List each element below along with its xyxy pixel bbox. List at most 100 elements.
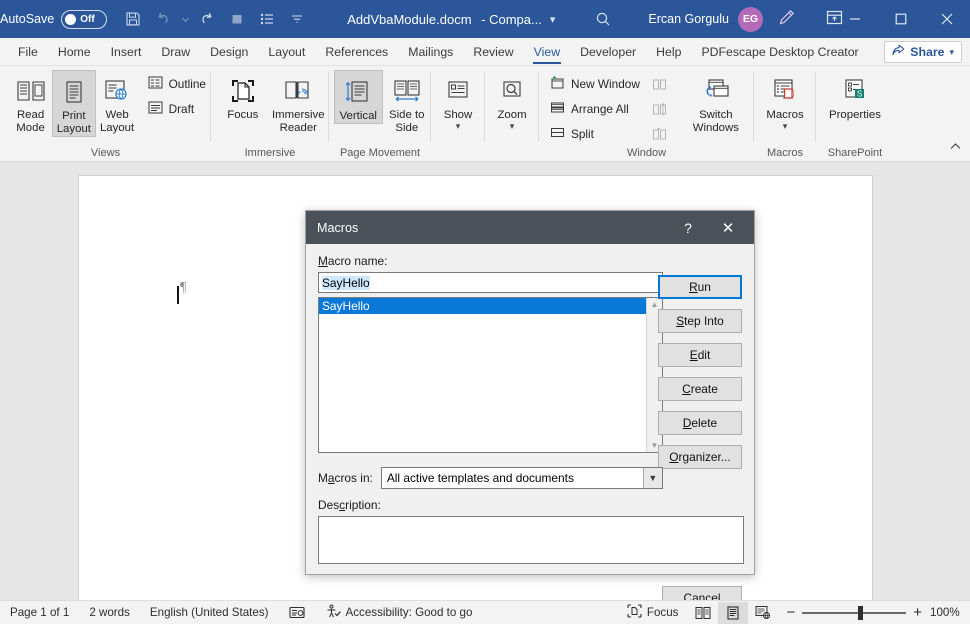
macros-button[interactable]: Macros ▾ xyxy=(760,70,810,130)
save-icon[interactable] xyxy=(119,5,147,33)
properties-button[interactable]: S Properties xyxy=(820,70,890,122)
ribbon-group-sharepoint: S Properties SharePoint xyxy=(816,66,894,162)
organizer-button[interactable]: Organizer...Organizer... xyxy=(658,445,742,469)
ribbon-group-macros: Macros ▾ Macros xyxy=(754,66,816,162)
ribbon-group-immersive: Focus Immersive Reader Immersive xyxy=(211,66,329,162)
macros-in-chevron-down-icon[interactable]: ▼ xyxy=(643,468,662,488)
ribbon-group-zoom: Zoom ▾ xyxy=(485,66,539,162)
tab-developer[interactable]: Developer xyxy=(570,39,646,65)
undo-icon[interactable] xyxy=(149,5,177,33)
draft-label: Draft xyxy=(169,102,195,116)
tab-design[interactable]: Design xyxy=(200,39,258,65)
collapse-ribbon-icon[interactable] xyxy=(949,140,962,158)
focus-mode-button[interactable]: Focus xyxy=(617,604,689,621)
split-button[interactable]: Split xyxy=(545,123,645,145)
show-chevron-down-icon[interactable]: ▾ xyxy=(456,122,461,130)
tab-mailings[interactable]: Mailings xyxy=(398,39,463,65)
focus-button[interactable]: Focus xyxy=(218,70,268,122)
bullet-list-icon[interactable] xyxy=(253,5,281,33)
proofing-icon[interactable] xyxy=(279,605,315,620)
description-textarea[interactable] xyxy=(318,516,744,564)
dialog-help-button[interactable]: ? xyxy=(668,211,708,244)
new-window-button[interactable]: New Window xyxy=(545,73,645,95)
tab-home[interactable]: Home xyxy=(48,39,101,65)
run-button[interactable]: RunRun xyxy=(658,275,742,299)
tab-review[interactable]: Review xyxy=(463,39,523,65)
word-count[interactable]: 2 words xyxy=(79,606,140,619)
quick-access-toolbar xyxy=(119,5,311,33)
web-layout-button[interactable]: Web Layout xyxy=(96,70,139,135)
reset-window-position-button[interactable] xyxy=(647,123,672,145)
synchronous-scrolling-button[interactable] xyxy=(647,98,672,120)
vertical-button[interactable]: Vertical xyxy=(334,70,383,124)
macros-chevron-down-icon[interactable]: ▾ xyxy=(783,122,788,130)
share-button[interactable]: Share ▾ xyxy=(884,41,962,63)
user-name[interactable]: Ercan Gorgulu xyxy=(648,12,729,26)
zoom-out-button[interactable]: − xyxy=(786,608,795,618)
macros-dialog: Macros ? ✕ MMacro name:acro name: SayHel… xyxy=(305,210,755,575)
print-layout-view-button[interactable] xyxy=(718,602,748,624)
zoom-in-button[interactable]: + xyxy=(913,608,922,618)
print-layout-button[interactable]: Print Layout xyxy=(52,70,95,137)
autosave-toggle[interactable]: Off xyxy=(61,10,107,29)
focus-label: Focus xyxy=(227,109,258,122)
immersive-reader-button[interactable]: Immersive Reader xyxy=(268,70,329,135)
zoom-chevron-down-icon[interactable]: ▾ xyxy=(510,122,515,130)
create-button[interactable]: CreateCreate xyxy=(658,377,742,401)
avatar[interactable]: EG xyxy=(738,7,763,32)
side-to-side-button[interactable]: Side to Side xyxy=(383,70,431,135)
stop-icon[interactable] xyxy=(223,5,251,33)
zoom-percent[interactable]: 100% xyxy=(930,606,970,619)
view-side-by-side-button[interactable] xyxy=(647,73,672,95)
minimize-button[interactable] xyxy=(832,0,878,38)
tab-pdfescape-desktop-creator[interactable]: PDFescape Desktop Creator xyxy=(691,39,868,65)
tab-insert[interactable]: Insert xyxy=(101,39,152,65)
text-caret xyxy=(177,286,179,304)
macros-in-dropdown[interactable]: All active templates and documents ▼ xyxy=(381,467,663,489)
read-mode-view-button[interactable] xyxy=(688,602,718,624)
macro-list[interactable]: SayHello ▲ ▼ xyxy=(318,297,663,453)
step-into-button[interactable]: Step IntoStep Into xyxy=(658,309,742,333)
pen-icon[interactable] xyxy=(777,8,796,30)
web-layout-view-button[interactable] xyxy=(748,602,778,624)
accessibility-icon xyxy=(325,604,341,622)
undo-dropdown-icon[interactable] xyxy=(179,5,191,33)
edit-button[interactable]: EditEdit xyxy=(658,343,742,367)
customize-qat-icon[interactable] xyxy=(283,5,311,33)
zoom-button[interactable]: Zoom ▾ xyxy=(487,70,537,130)
language-indicator[interactable]: English (United States) xyxy=(140,606,279,619)
tab-help[interactable]: Help xyxy=(646,39,691,65)
show-button[interactable]: Show ▾ xyxy=(433,70,483,130)
list-item[interactable]: SayHello xyxy=(319,298,646,314)
tab-file[interactable]: File xyxy=(8,39,48,65)
tab-references[interactable]: References xyxy=(315,39,398,65)
share-chevron-down-icon[interactable]: ▾ xyxy=(949,47,954,58)
arrange-all-button[interactable]: Arrange All xyxy=(545,98,645,120)
document-title-chevron-down-icon[interactable]: ▾ xyxy=(550,13,556,26)
switch-windows-button[interactable]: Switch Windows xyxy=(680,70,752,135)
search-icon[interactable] xyxy=(595,11,612,28)
dialog-body: MMacro name:acro name: SayHello SayHello… xyxy=(306,244,754,620)
zoom-track[interactable] xyxy=(802,612,906,614)
delete-button[interactable]: DeleteDelete xyxy=(658,411,742,435)
page-indicator[interactable]: Page 1 of 1 xyxy=(0,606,79,619)
zoom-slider[interactable]: − + xyxy=(778,608,930,618)
autosave-state: Off xyxy=(80,14,94,25)
tab-draw[interactable]: Draw xyxy=(151,39,200,65)
read-mode-button[interactable]: Read Mode xyxy=(9,70,52,135)
accessibility-label: Accessibility: Good to go xyxy=(346,606,473,619)
draft-button[interactable]: Draft xyxy=(143,98,211,120)
tab-layout[interactable]: Layout xyxy=(258,39,315,65)
zoom-thumb[interactable] xyxy=(858,606,863,620)
split-icon xyxy=(550,125,565,143)
macro-name-input[interactable]: SayHello xyxy=(318,272,663,293)
tab-view[interactable]: View xyxy=(524,39,570,65)
outline-button[interactable]: Outline xyxy=(143,73,211,95)
web-layout-icon xyxy=(102,73,132,109)
accessibility-status[interactable]: Accessibility: Good to go xyxy=(315,604,483,622)
redo-icon[interactable] xyxy=(193,5,221,33)
maximize-button[interactable] xyxy=(878,0,924,38)
close-button[interactable] xyxy=(924,0,970,38)
macro-name-value: SayHello xyxy=(322,276,370,290)
dialog-close-button[interactable]: ✕ xyxy=(708,211,748,244)
